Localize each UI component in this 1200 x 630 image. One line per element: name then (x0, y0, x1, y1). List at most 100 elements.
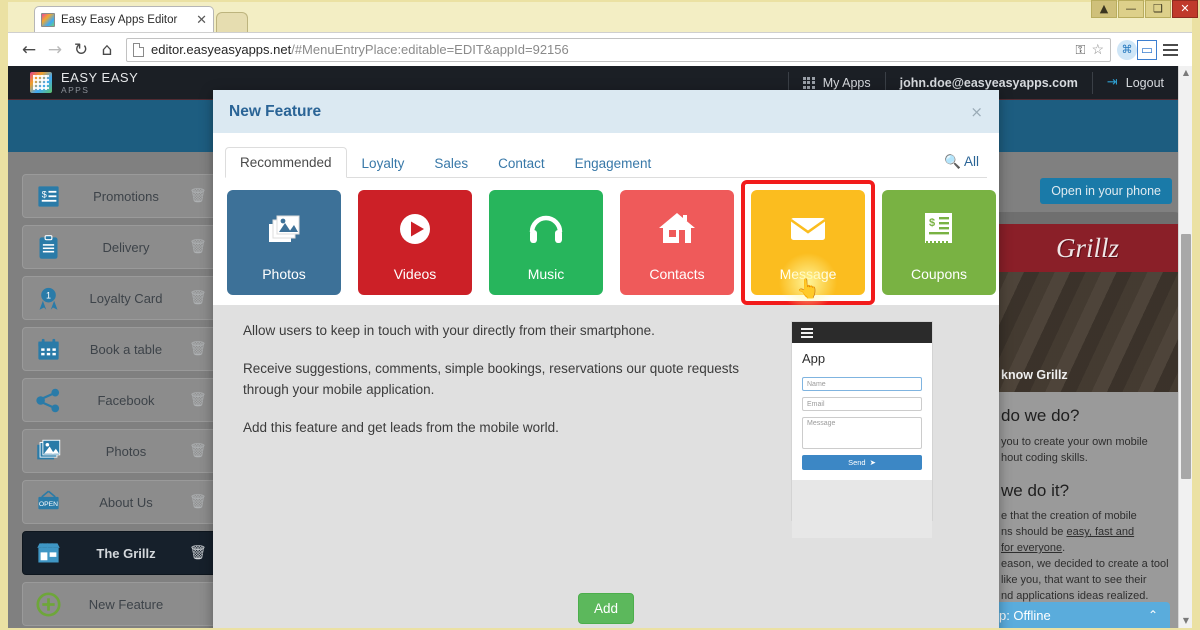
phone-screen: Grillz know Grillz do we do? you to crea… (993, 224, 1182, 628)
delete-icon[interactable]: 🗑 (189, 290, 207, 306)
sidebar-item-book-a-table[interactable]: Book a table🗑 (22, 327, 218, 371)
coupon-icon: $ (35, 183, 62, 210)
photos-icon-wrap (263, 208, 305, 250)
window-maximize-button[interactable]: ❑ (1145, 0, 1171, 18)
feature-tile-music[interactable]: Music (489, 190, 603, 295)
storefront-icon (35, 540, 62, 567)
delete-icon[interactable]: 🗑 (189, 443, 207, 459)
email-field[interactable]: Email (802, 397, 922, 411)
menu-icon[interactable] (801, 328, 813, 338)
sidebar-item-promotions[interactable]: $Promotions🗑 (22, 174, 218, 218)
all-features-button[interactable]: 🔍 All (936, 147, 987, 177)
delete-icon[interactable]: 🗑 (189, 545, 207, 561)
favicon-icon (41, 13, 55, 27)
scroll-up-icon[interactable]: ▲ (1179, 66, 1192, 80)
sidebar-item-photos[interactable]: Photos🗑 (22, 429, 218, 473)
close-icon[interactable]: × (970, 103, 983, 121)
extension-icon-1[interactable]: ⌘ (1117, 40, 1137, 60)
send-label: Send (848, 458, 866, 467)
sidebar-item-new-feature[interactable]: New Feature (22, 582, 218, 626)
chevron-up-icon[interactable]: ⌃ (1148, 608, 1158, 622)
logout-icon: ⇥ (1107, 75, 1118, 90)
new-feature-modal: New Feature × RecommendedLoyaltySalesCon… (213, 90, 999, 628)
name-field[interactable]: Name (802, 377, 922, 391)
sidebar-item-delivery[interactable]: Delivery🗑 (22, 225, 218, 269)
sidebar-item-facebook[interactable]: Facebook🗑 (22, 378, 218, 422)
browser-tab-title: Easy Easy Apps Editor (61, 14, 190, 26)
delete-icon[interactable]: 🗑 (189, 239, 207, 255)
coupon-icon-wrap: $ (918, 208, 960, 250)
logout-button[interactable]: ⇥ Logout (1093, 66, 1178, 99)
feature-tile-message[interactable]: Message👆 (751, 190, 865, 295)
browser-tab[interactable]: Easy Easy Apps Editor ✕ (34, 6, 214, 32)
app-brand[interactable]: EASY EASY APPS (30, 71, 138, 95)
delete-icon[interactable]: 🗑 (189, 494, 207, 510)
delete-icon[interactable]: 🗑 (189, 392, 207, 408)
scroll-down-icon[interactable]: ▼ (1179, 614, 1192, 628)
password-key-icon[interactable]: ⚿ (1076, 42, 1086, 58)
share-icon (35, 387, 62, 414)
message-field[interactable]: Message (802, 417, 922, 449)
logout-label: Logout (1126, 76, 1164, 90)
add-button[interactable]: Add (578, 593, 634, 624)
add-row: Add (213, 583, 999, 628)
feature-tile-wrapper: Photos (227, 190, 341, 295)
address-bar[interactable]: editor.easyeasyapps.net/#MenuEntryPlace:… (126, 38, 1111, 62)
browser-window: Easy Easy Apps Editor ✕ ← → ↻ ⌂ editor.e… (8, 2, 1192, 628)
sidebar-item-about-us[interactable]: OPENAbout Us🗑 (22, 480, 218, 524)
window-close-button[interactable]: ✕ (1172, 0, 1198, 18)
home-icon[interactable]: ⌂ (94, 37, 120, 63)
send-button[interactable]: Send ➤ (802, 455, 922, 470)
home-icon (656, 208, 698, 250)
browser-toolbar: ← → ↻ ⌂ editor.easyeasyapps.net/#MenuEnt… (8, 32, 1192, 66)
window-extra-button[interactable]: ▲ (1091, 0, 1117, 18)
tab-contact[interactable]: Contact (483, 148, 560, 178)
headphones-icon-wrap (525, 208, 567, 250)
delete-icon[interactable]: 🗑 (189, 188, 207, 204)
feature-tile-wrapper: Videos (358, 190, 472, 295)
sidebar-item-label: Promotions (63, 189, 189, 204)
feature-tile-wrapper: Contacts (620, 190, 734, 295)
preview-body-2: hout coding skills. (1001, 451, 1174, 467)
modal-header: New Feature × (213, 90, 999, 133)
tab-close-icon[interactable]: ✕ (196, 12, 207, 28)
feature-tile-contacts[interactable]: Contacts (620, 190, 734, 295)
play-icon (394, 208, 436, 250)
tab-recommended[interactable]: Recommended (225, 147, 347, 178)
feature-tile-photos[interactable]: Photos (227, 190, 341, 295)
modal-body: RecommendedLoyaltySalesContactEngagement… (213, 133, 999, 628)
sidebar-item-label: Book a table (63, 342, 189, 357)
bookmark-star-icon[interactable]: ☆ (1091, 41, 1104, 58)
sidebar-item-loyalty-card[interactable]: 1Loyalty Card🗑 (22, 276, 218, 320)
feature-mini-preview: App Name Email Message Send ➤ (791, 321, 933, 521)
preview-body-4: ns should be (1001, 526, 1063, 538)
send-icon: ➤ (870, 458, 876, 467)
cursor-pointer-icon: 👆 (796, 280, 820, 299)
mini-preview-bar (792, 322, 932, 343)
tab-loyalty[interactable]: Loyalty (347, 148, 420, 178)
open-in-your-phone-button[interactable]: Open in your phone (1040, 178, 1172, 204)
play-icon-wrap (394, 208, 436, 250)
feature-tile-wrapper: $Coupons (882, 190, 996, 295)
forward-icon[interactable]: → (42, 37, 68, 63)
browser-menu-icon[interactable] (1157, 44, 1184, 56)
sidebar-item-label: Loyalty Card (63, 291, 189, 306)
preview-link-2[interactable]: for everyone (1001, 542, 1062, 554)
delete-icon[interactable]: 🗑 (189, 341, 207, 357)
sidebar-item-the-grillz[interactable]: The Grillz🗑 (22, 531, 218, 575)
window-minimize-button[interactable]: — (1118, 0, 1144, 18)
reload-icon[interactable]: ↻ (68, 37, 94, 63)
new-tab-button[interactable] (216, 12, 248, 32)
tab-sales[interactable]: Sales (419, 148, 483, 178)
tab-engagement[interactable]: Engagement (560, 148, 667, 178)
feature-tile-videos[interactable]: Videos (358, 190, 472, 295)
feature-menu-list: $Promotions🗑Delivery🗑1Loyalty Card🗑Book … (22, 152, 218, 628)
scrollbar-thumb[interactable] (1181, 234, 1191, 479)
page-viewport: EASY EASY APPS My Apps john.doe@easyeasy… (8, 66, 1192, 628)
feature-tile-coupons[interactable]: $Coupons (882, 190, 996, 295)
extension-icon-2[interactable]: ▭ (1137, 40, 1157, 60)
back-icon[interactable]: ← (16, 37, 42, 63)
feature-description-text: Allow users to keep in touch with your d… (243, 321, 763, 583)
page-scrollbar[interactable]: ▲ ▼ (1178, 66, 1192, 628)
preview-link-1[interactable]: easy, fast and (1066, 526, 1134, 538)
